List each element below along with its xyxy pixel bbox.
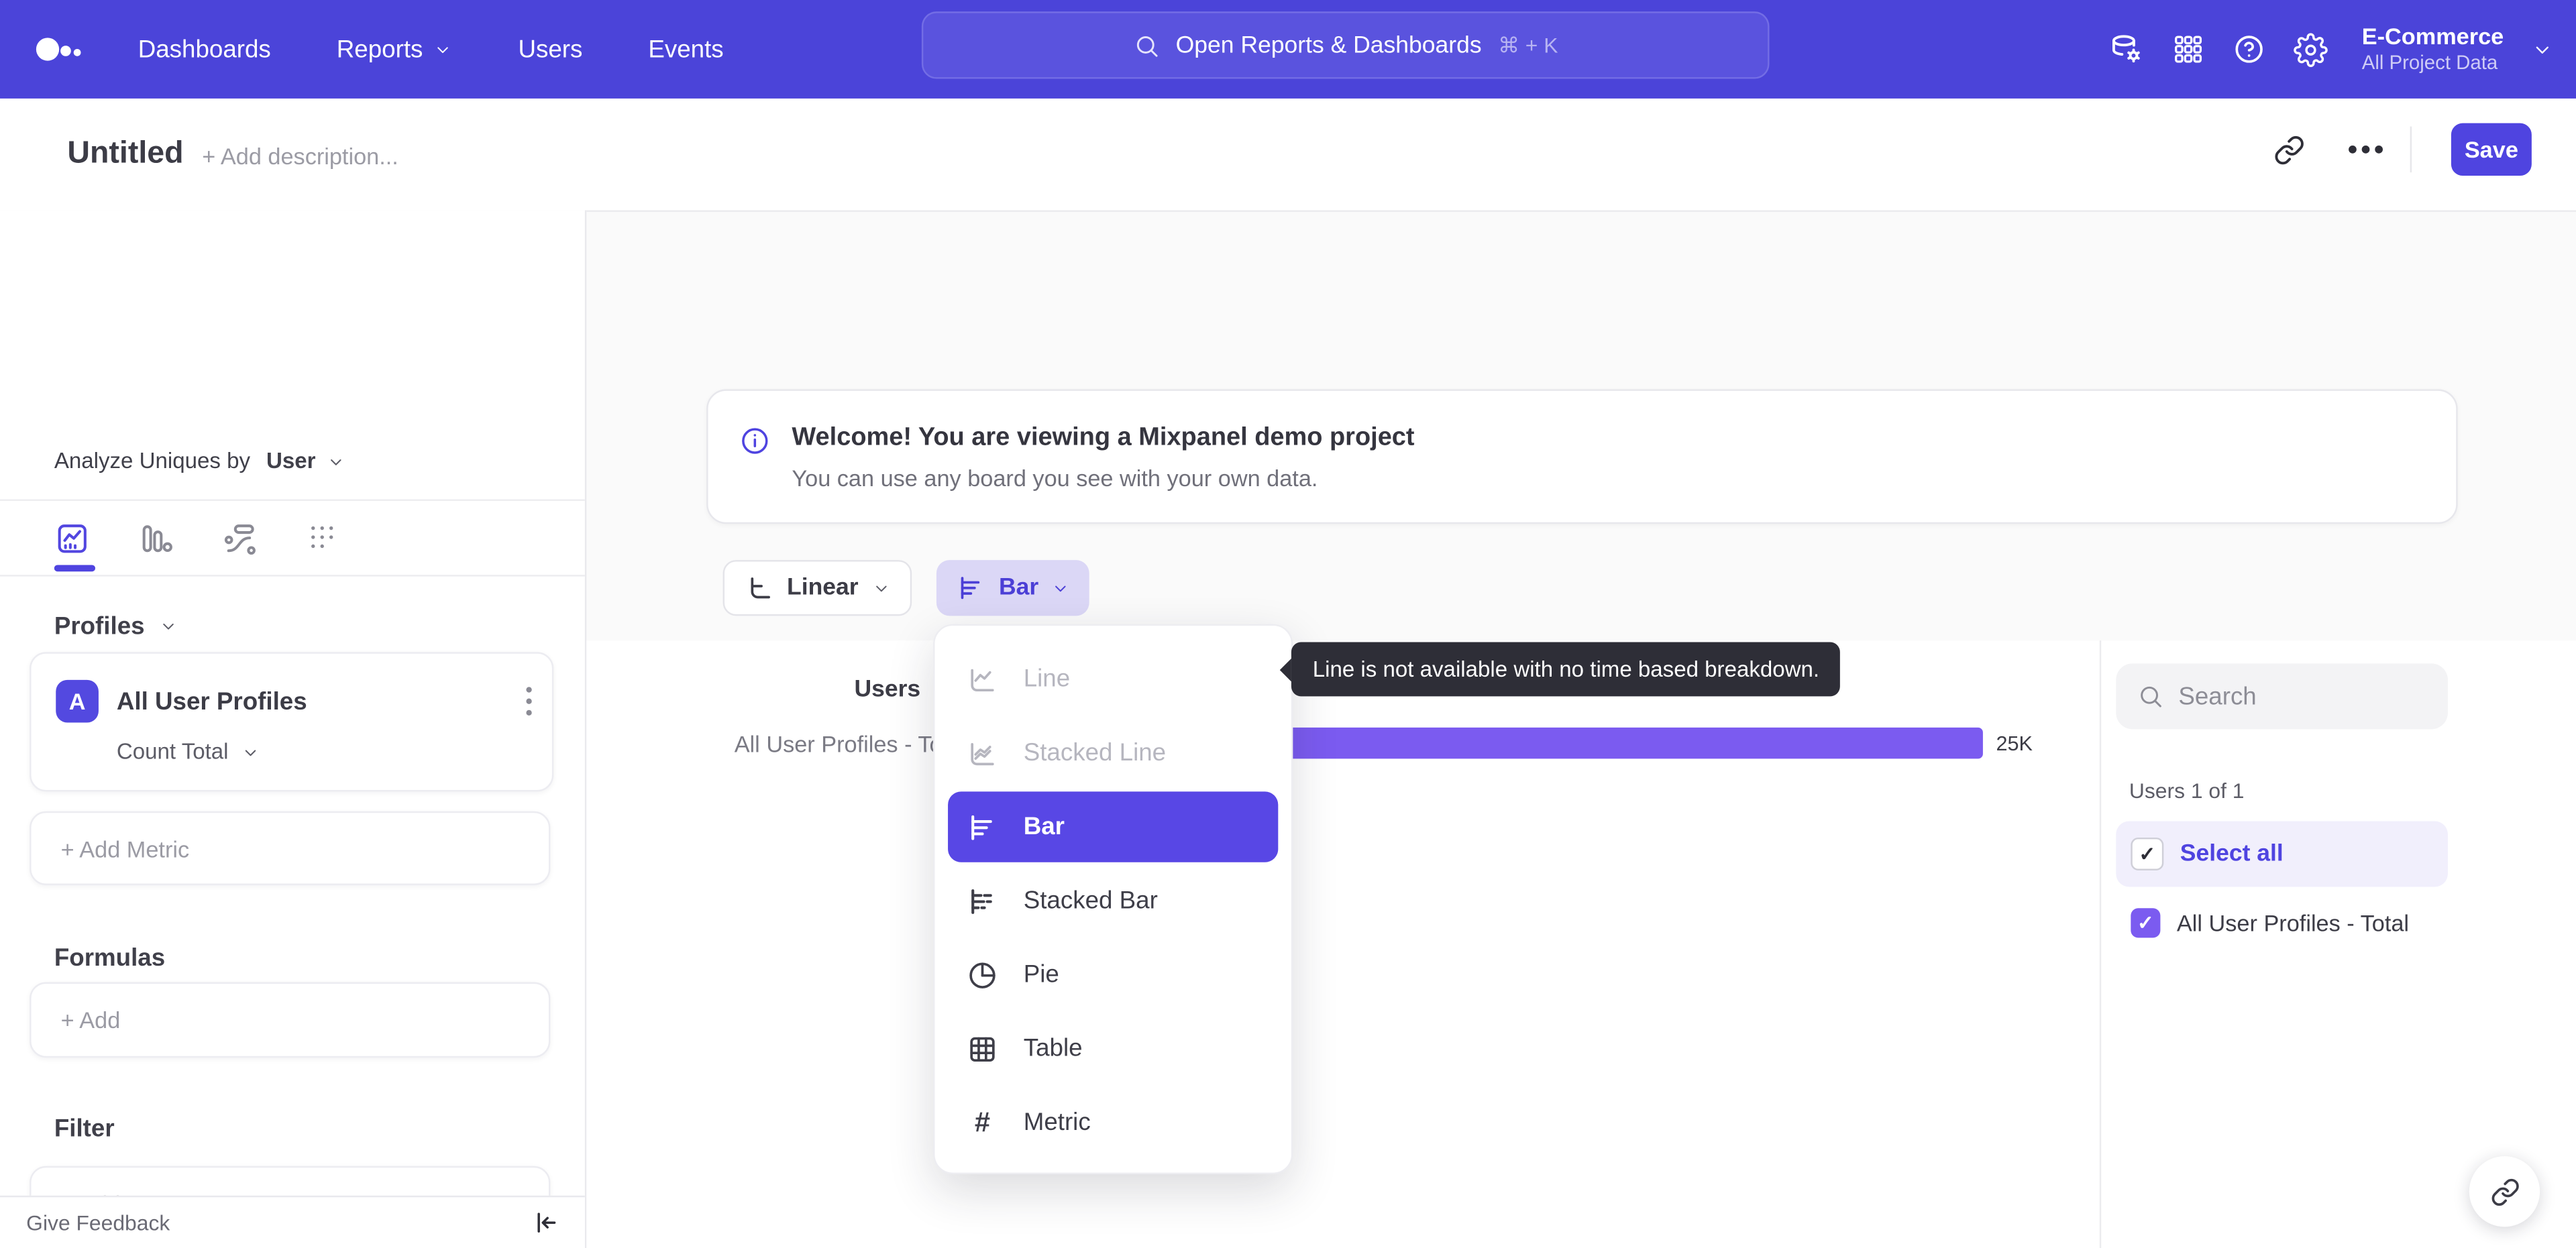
bar-chart-icon bbox=[956, 573, 985, 603]
info-icon bbox=[739, 425, 771, 457]
stacked-line-chart-icon bbox=[965, 736, 1001, 769]
legend-item-label: All User Profiles - Total bbox=[2176, 909, 2410, 936]
analyze-value-dropdown[interactable]: User bbox=[266, 449, 316, 473]
chevron-down-icon bbox=[327, 453, 345, 471]
app-window: Dashboards Reports Users Events Open Rep… bbox=[0, 0, 2576, 1248]
project-switcher[interactable]: E-Commerce All Project Data bbox=[2362, 23, 2504, 76]
metric-aggregation-dropdown[interactable]: Count Total bbox=[117, 739, 260, 764]
chevron-down-icon bbox=[241, 744, 260, 762]
legend-count-label: Users 1 of 1 bbox=[2129, 778, 2245, 803]
banner-title: Welcome! You are viewing a Mixpanel demo… bbox=[792, 423, 1415, 452]
menu-item-table[interactable]: Table bbox=[934, 1012, 1291, 1086]
chevron-down-icon bbox=[435, 40, 453, 58]
chevron-down-icon bbox=[871, 579, 890, 597]
formulas-section-header: Formulas bbox=[54, 944, 166, 972]
table-icon bbox=[965, 1032, 1001, 1065]
tab-flows-icon[interactable] bbox=[222, 520, 258, 556]
nav-right-cluster: E-Commerce All Project Data bbox=[2109, 0, 2553, 99]
chart-row-label: All User Profiles - Total bbox=[734, 730, 967, 757]
legend-search-placeholder: Search bbox=[2178, 682, 2257, 711]
settings-gear-icon[interactable] bbox=[2293, 32, 2327, 66]
project-scope: All Project Data bbox=[2361, 51, 2498, 74]
scale-selector-button[interactable]: Linear bbox=[722, 560, 911, 616]
give-feedback-link[interactable]: Give Feedback bbox=[26, 1210, 170, 1235]
legend-item-row[interactable]: ✓ All User Profiles - Total bbox=[2116, 890, 2448, 956]
pie-chart-icon bbox=[965, 958, 1001, 991]
welcome-banner: Welcome! You are viewing a Mixpanel demo… bbox=[706, 389, 2458, 524]
bar-chart-icon bbox=[965, 811, 1001, 844]
header-divider bbox=[2410, 126, 2412, 173]
sidebar-divider bbox=[0, 575, 585, 577]
global-search-input[interactable]: Open Reports & Dashboards ⌘ + K bbox=[921, 11, 1770, 79]
add-metric-button[interactable]: + Add Metric bbox=[30, 811, 551, 886]
project-name: E-Commerce bbox=[2361, 22, 2504, 49]
select-all-checkbox[interactable]: ✓ bbox=[2131, 837, 2164, 870]
chart-column-users: Users bbox=[854, 676, 921, 703]
metric-kebab-icon[interactable] bbox=[526, 687, 533, 716]
menu-item-pie[interactable]: Pie bbox=[934, 938, 1291, 1011]
apps-grid-icon[interactable] bbox=[2171, 33, 2204, 66]
mixpanel-logo-icon[interactable] bbox=[34, 34, 83, 64]
chevron-down-icon bbox=[2532, 39, 2553, 60]
select-all-label: Select all bbox=[2180, 840, 2284, 868]
nav-item-events[interactable]: Events bbox=[648, 36, 723, 64]
sidebar-footer: Give Feedback bbox=[0, 1195, 585, 1248]
menu-item-line[interactable]: Line bbox=[934, 642, 1291, 716]
analyze-uniques-row: Analyze Uniques by User bbox=[54, 449, 345, 473]
axis-icon bbox=[744, 573, 773, 603]
hash-metric-icon: # bbox=[974, 1106, 991, 1137]
add-description-field[interactable]: + Add description... bbox=[202, 143, 398, 169]
search-placeholder: Open Reports & Dashboards bbox=[1175, 32, 1482, 58]
line-chart-icon bbox=[965, 663, 1001, 695]
save-button[interactable]: Save bbox=[2451, 123, 2532, 176]
tab-retention-icon[interactable] bbox=[306, 520, 342, 556]
active-tab-indicator bbox=[54, 565, 96, 572]
select-all-row[interactable]: ✓ Select all bbox=[2116, 821, 2448, 887]
menu-item-stacked-line[interactable]: Stacked Line bbox=[934, 716, 1291, 790]
share-link-fab[interactable] bbox=[2469, 1156, 2540, 1227]
menu-item-bar[interactable]: Bar bbox=[948, 791, 1279, 862]
query-sidebar: Analyze Uniques by User Profiles A All U… bbox=[0, 210, 587, 1248]
nav-links: Dashboards Reports Users Events bbox=[138, 0, 724, 99]
metric-badge: A bbox=[56, 679, 99, 723]
nav-item-dashboards[interactable]: Dashboards bbox=[138, 36, 271, 64]
nav-item-users[interactable]: Users bbox=[518, 36, 582, 64]
report-type-tabs bbox=[0, 501, 639, 575]
analyze-label: Analyze Uniques by bbox=[54, 448, 251, 473]
chart-bar-value: 25K bbox=[1996, 732, 2033, 756]
link-icon bbox=[2489, 1177, 2519, 1206]
stacked-bar-chart-icon bbox=[965, 885, 1001, 917]
search-shortcut: ⌘ + K bbox=[1498, 32, 1558, 57]
add-formula-button[interactable]: + Add bbox=[30, 982, 551, 1058]
menu-item-stacked-bar[interactable]: Stacked Bar bbox=[934, 864, 1291, 938]
menu-item-metric[interactable]: # Metric bbox=[934, 1086, 1291, 1159]
nav-item-reports[interactable]: Reports bbox=[337, 36, 453, 63]
legend-divider bbox=[2099, 640, 2102, 1248]
legend-search-input[interactable]: Search bbox=[2116, 663, 2448, 730]
profiles-section-header[interactable]: Profiles bbox=[54, 612, 178, 640]
line-disabled-tooltip: Line is not available with no time based… bbox=[1279, 642, 1841, 697]
copy-link-icon[interactable] bbox=[2273, 135, 2305, 166]
chart-type-menu: Line Stacked Line Bar Stacked Bar Pie Ta… bbox=[933, 624, 1293, 1175]
legend-item-checkbox[interactable]: ✓ bbox=[2131, 908, 2161, 938]
search-icon bbox=[2137, 683, 2163, 710]
collapse-sidebar-icon[interactable] bbox=[531, 1208, 559, 1237]
search-icon bbox=[1133, 32, 1159, 58]
more-menu-icon[interactable] bbox=[2346, 145, 2385, 155]
top-nav: Dashboards Reports Users Events Open Rep… bbox=[0, 0, 2576, 99]
chevron-down-icon bbox=[1052, 579, 1070, 597]
chevron-down-icon bbox=[160, 618, 178, 636]
help-icon[interactable] bbox=[2232, 33, 2265, 66]
tab-funnels-icon[interactable] bbox=[138, 520, 174, 556]
chart-type-button[interactable]: Bar bbox=[936, 560, 1090, 616]
report-title[interactable]: Untitled bbox=[67, 136, 183, 172]
metric-name[interactable]: All User Profiles bbox=[117, 688, 307, 716]
data-management-icon[interactable] bbox=[2109, 32, 2143, 66]
tab-insights-icon[interactable] bbox=[54, 520, 91, 556]
metric-card[interactable]: A All User Profiles Count Total bbox=[30, 652, 554, 792]
filter-section-header: Filter bbox=[54, 1115, 115, 1143]
banner-subtitle: You can use any board you see with your … bbox=[792, 465, 1318, 492]
